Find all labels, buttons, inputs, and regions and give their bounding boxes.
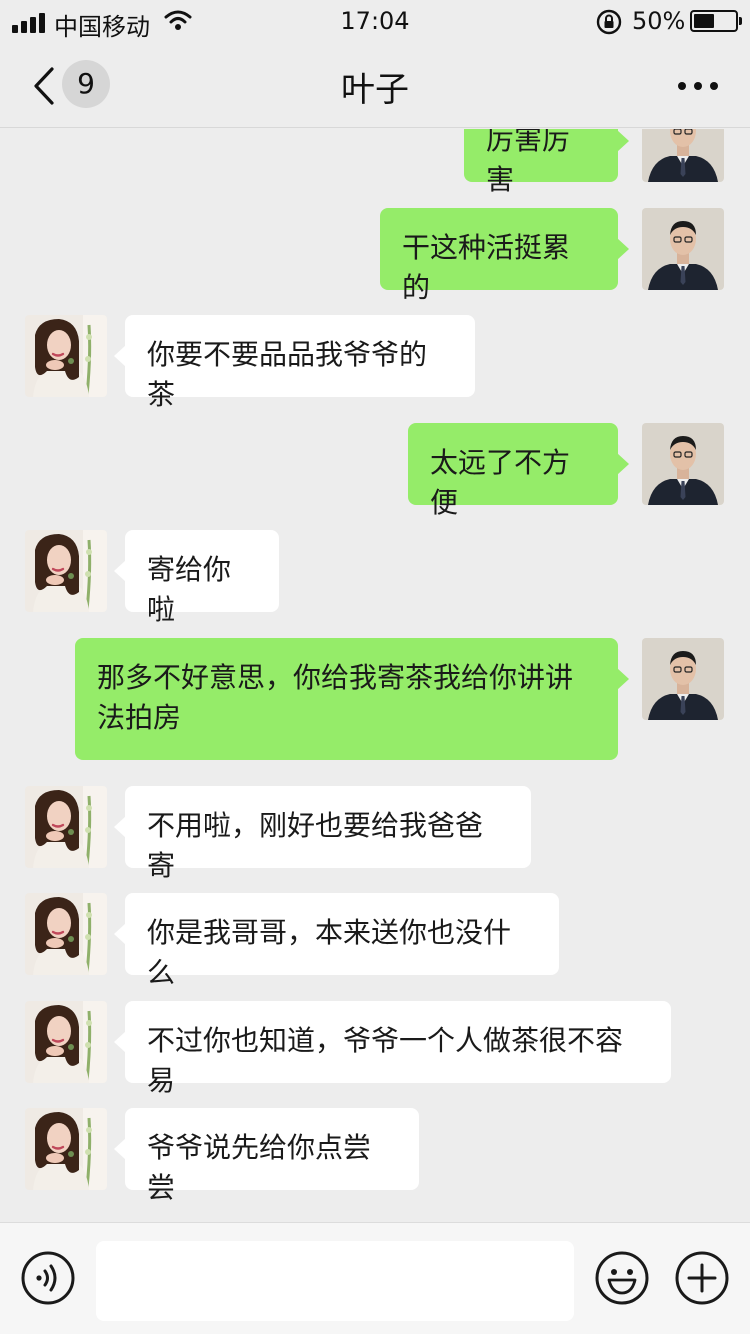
portrait-image [25,315,107,397]
my-avatar[interactable] [642,638,724,720]
emoji-icon[interactable] [594,1250,650,1306]
chat-title: 叶子 [341,70,409,110]
message-list[interactable]: 厉害厉害 干这种活挺累的 你要不要品品我爷爷的茶 太远了不方便 寄给你啦 那多不… [0,129,750,1221]
my-avatar[interactable] [642,208,724,290]
contact-avatar[interactable] [25,893,107,975]
more-options-icon[interactable] [678,82,718,90]
contact-avatar[interactable] [25,786,107,868]
contact-avatar[interactable] [25,1108,107,1190]
message-bubble[interactable]: 干这种活挺累的 [380,208,629,304]
message-bubble[interactable]: 你要不要品品我爷爷的茶 [114,315,475,411]
my-avatar[interactable] [642,129,724,182]
portrait-image [25,786,107,868]
portrait-image [25,1108,107,1190]
battery-percent: 50% [632,7,686,35]
portrait-image [642,638,724,720]
message-input[interactable] [96,1241,574,1321]
message-bubble[interactable]: 不过你也知道，爷爷一个人做茶很不容易 [114,1001,671,1097]
portrait-image [642,423,724,505]
plus-icon[interactable] [674,1250,730,1306]
contact-avatar[interactable] [25,315,107,397]
message-bubble[interactable]: 厉害厉害 [464,129,629,196]
rotation-lock-icon [596,9,622,35]
my-avatar[interactable] [642,423,724,505]
status-bar: 中国移动 17:04 50% [0,0,750,44]
message-bubble[interactable]: 寄给你啦 [114,530,279,626]
voice-icon[interactable] [20,1250,76,1306]
portrait-image [642,129,724,182]
battery-icon [690,10,742,32]
chat-header: 9 叶子 [0,44,750,128]
portrait-image [25,893,107,975]
portrait-image [25,530,107,612]
battery-fill [694,14,714,28]
input-bar [0,1222,750,1334]
message-bubble[interactable]: 你是我哥哥，本来送你也没什么 [114,893,559,989]
message-bubble[interactable]: 那多不好意思，你给我寄茶我给你讲讲法拍房 [75,638,629,760]
contact-avatar[interactable] [25,530,107,612]
message-bubble[interactable]: 爷爷说先给你点尝尝 [114,1108,419,1204]
contact-avatar[interactable] [25,1001,107,1083]
message-bubble[interactable]: 太远了不方便 [408,423,629,519]
message-bubble[interactable]: 不用啦，刚好也要给我爸爸寄 [114,786,531,882]
portrait-image [642,208,724,290]
portrait-image [25,1001,107,1083]
